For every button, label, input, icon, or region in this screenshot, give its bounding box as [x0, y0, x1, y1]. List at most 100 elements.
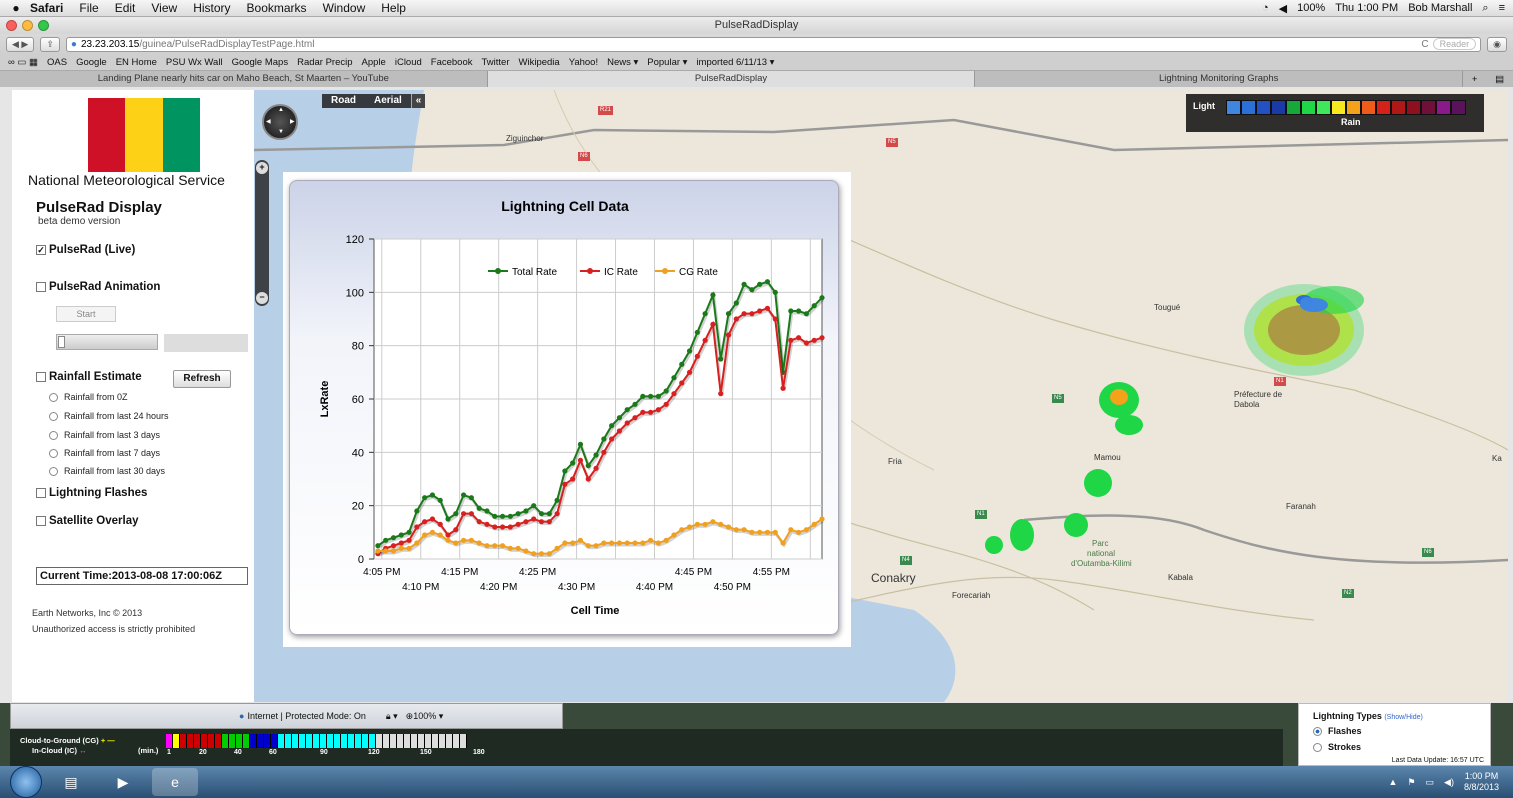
pulserad-live-checkbox[interactable]: ✓: [36, 245, 46, 255]
action-center-icon[interactable]: ⚑: [1407, 777, 1415, 788]
pan-down-icon[interactable]: ▼: [278, 129, 284, 135]
zoom-out-icon[interactable]: −: [256, 292, 268, 304]
reading-list-icon[interactable]: ∞ ▭ ▦: [8, 57, 38, 68]
rain-option-3d[interactable]: Rainfall from last 3 days: [49, 430, 160, 440]
tab-youtube[interactable]: Landing Plane nearly hits car on Maho Be…: [0, 71, 488, 87]
pan-control[interactable]: ▲ ▼ ◀ ▶: [262, 104, 298, 140]
reader-button[interactable]: Reader: [1432, 38, 1477, 50]
radio-icon[interactable]: [49, 466, 58, 476]
scale-swatch: [327, 734, 334, 748]
bookmark-item[interactable]: News ▾: [607, 57, 638, 68]
radio-icon[interactable]: [49, 430, 58, 440]
rain-option-0z[interactable]: Rainfall from 0Z: [49, 392, 128, 402]
rainfall-estimate-option[interactable]: Rainfall Estimate: [36, 371, 142, 383]
bookmark-item[interactable]: imported 6/11/13 ▾: [696, 57, 774, 68]
bookmark-item[interactable]: OAS: [47, 57, 67, 68]
minimize-window-button[interactable]: [22, 20, 33, 31]
radio-icon[interactable]: [49, 411, 58, 421]
security-settings-icon[interactable]: 🔒︎ ▾: [386, 711, 398, 722]
menubar-clock[interactable]: Thu 1:00 PM: [1335, 2, 1398, 14]
radio-icon[interactable]: [49, 392, 58, 402]
internet-explorer-icon[interactable]: e: [152, 768, 198, 796]
back-forward-button[interactable]: ◀ ▶: [6, 36, 35, 52]
volume-icon[interactable]: ◀: [1279, 2, 1287, 15]
media-player-icon[interactable]: ▶: [100, 768, 146, 796]
address-bar[interactable]: ● 23.23.203.15/guinea/PulseRadDisplayTes…: [65, 36, 1482, 52]
notification-icon[interactable]: ≡: [1499, 2, 1505, 14]
menu-help[interactable]: Help: [373, 1, 414, 15]
road-view-tab[interactable]: Road: [322, 94, 365, 108]
menu-edit[interactable]: Edit: [107, 1, 144, 15]
menu-safari[interactable]: Safari: [22, 1, 71, 15]
pulserad-live-option[interactable]: ✓ PulseRad (Live): [36, 244, 135, 256]
radio-icon[interactable]: [49, 448, 58, 458]
zoom-level-dropdown[interactable]: ⊕100% ▾: [406, 711, 444, 722]
apple-menu-icon[interactable]: ●: [0, 1, 22, 15]
scale-swatch: [208, 734, 215, 748]
start-button[interactable]: Start: [56, 306, 116, 322]
menu-file[interactable]: File: [71, 1, 106, 15]
lightning-flashes-checkbox[interactable]: [36, 488, 46, 498]
pulserad-animation-checkbox[interactable]: [36, 282, 46, 292]
rainfall-estimate-checkbox[interactable]: [36, 372, 46, 382]
aerial-view-tab[interactable]: Aerial: [365, 94, 411, 108]
share-icon[interactable]: ⇪: [40, 36, 60, 52]
radio-icon[interactable]: [1313, 742, 1322, 752]
bookmark-item[interactable]: Yahoo!: [569, 57, 598, 68]
slider-thumb[interactable]: [58, 336, 65, 348]
downloads-icon[interactable]: ◉: [1487, 36, 1507, 52]
rain-option-30d[interactable]: Rainfall from last 30 days: [49, 466, 165, 476]
bookmark-item[interactable]: Twitter: [482, 57, 510, 68]
bookmark-item[interactable]: Facebook: [431, 57, 473, 68]
network-icon[interactable]: ▭: [1426, 777, 1435, 788]
pulserad-animation-option[interactable]: PulseRad Animation: [36, 281, 160, 293]
satellite-overlay-option[interactable]: Satellite Overlay: [36, 515, 139, 527]
new-tab-icon[interactable]: +: [1472, 74, 1478, 85]
lightning-flashes-option[interactable]: Lightning Flashes: [36, 487, 147, 499]
close-window-button[interactable]: [6, 20, 17, 31]
tray-expand-icon[interactable]: ▲: [1389, 777, 1398, 787]
zoom-control[interactable]: + −: [255, 160, 269, 306]
refresh-button[interactable]: Refresh: [173, 370, 231, 388]
bookmark-item[interactable]: Google: [76, 57, 107, 68]
tab-pulseraddisplay[interactable]: PulseRadDisplay: [487, 71, 976, 87]
bookmark-item[interactable]: PSU Wx Wall: [166, 57, 223, 68]
animation-slider[interactable]: [56, 334, 158, 350]
menu-history[interactable]: History: [185, 1, 238, 15]
menu-window[interactable]: Window: [315, 1, 374, 15]
pan-right-icon[interactable]: ▶: [290, 118, 295, 125]
tab-lightning-graphs[interactable]: Lightning Monitoring Graphs: [975, 71, 1464, 87]
taskbar-clock[interactable]: 1:00 PM 8/8/2013: [1464, 771, 1499, 793]
battery-percent[interactable]: 100%: [1297, 2, 1325, 14]
menubar-user[interactable]: Bob Marshall: [1408, 2, 1472, 14]
pan-left-icon[interactable]: ◀: [266, 118, 271, 125]
pan-up-icon[interactable]: ▲: [278, 107, 284, 113]
rain-option-7d[interactable]: Rainfall from last 7 days: [49, 448, 160, 458]
data-point: [523, 548, 529, 554]
menu-bookmarks[interactable]: Bookmarks: [239, 1, 315, 15]
bookmark-item[interactable]: iCloud: [395, 57, 422, 68]
satellite-overlay-checkbox[interactable]: [36, 516, 46, 526]
radio-icon[interactable]: [1313, 726, 1322, 736]
start-button[interactable]: [10, 766, 42, 798]
flashes-option[interactable]: Flashes: [1313, 726, 1362, 736]
menu-view[interactable]: View: [143, 1, 185, 15]
bookmark-item[interactable]: Radar Precip: [297, 57, 352, 68]
tab-overview-icon[interactable]: ▤: [1495, 74, 1504, 85]
collapse-icon[interactable]: «: [410, 94, 426, 108]
rain-option-24h[interactable]: Rainfall from last 24 hours: [49, 411, 169, 421]
zoom-in-icon[interactable]: +: [256, 162, 268, 174]
bookmark-item[interactable]: Google Maps: [232, 57, 289, 68]
explorer-icon[interactable]: ▤: [48, 768, 94, 796]
strokes-option[interactable]: Strokes: [1313, 742, 1361, 752]
zoom-window-button[interactable]: [38, 20, 49, 31]
bookmark-item[interactable]: Popular ▾: [647, 57, 687, 68]
bookmark-item[interactable]: EN Home: [116, 57, 157, 68]
bookmark-item[interactable]: Apple: [362, 57, 386, 68]
bookmark-item[interactable]: Wikipedia: [519, 57, 560, 68]
show-hide-link[interactable]: (Show/Hide): [1384, 714, 1423, 721]
speaker-icon[interactable]: ◀): [1444, 777, 1454, 788]
reload-icon[interactable]: C: [1421, 39, 1428, 50]
wifi-icon[interactable]: ◔: [1262, 2, 1269, 14]
spotlight-icon[interactable]: ⌕: [1482, 2, 1488, 15]
